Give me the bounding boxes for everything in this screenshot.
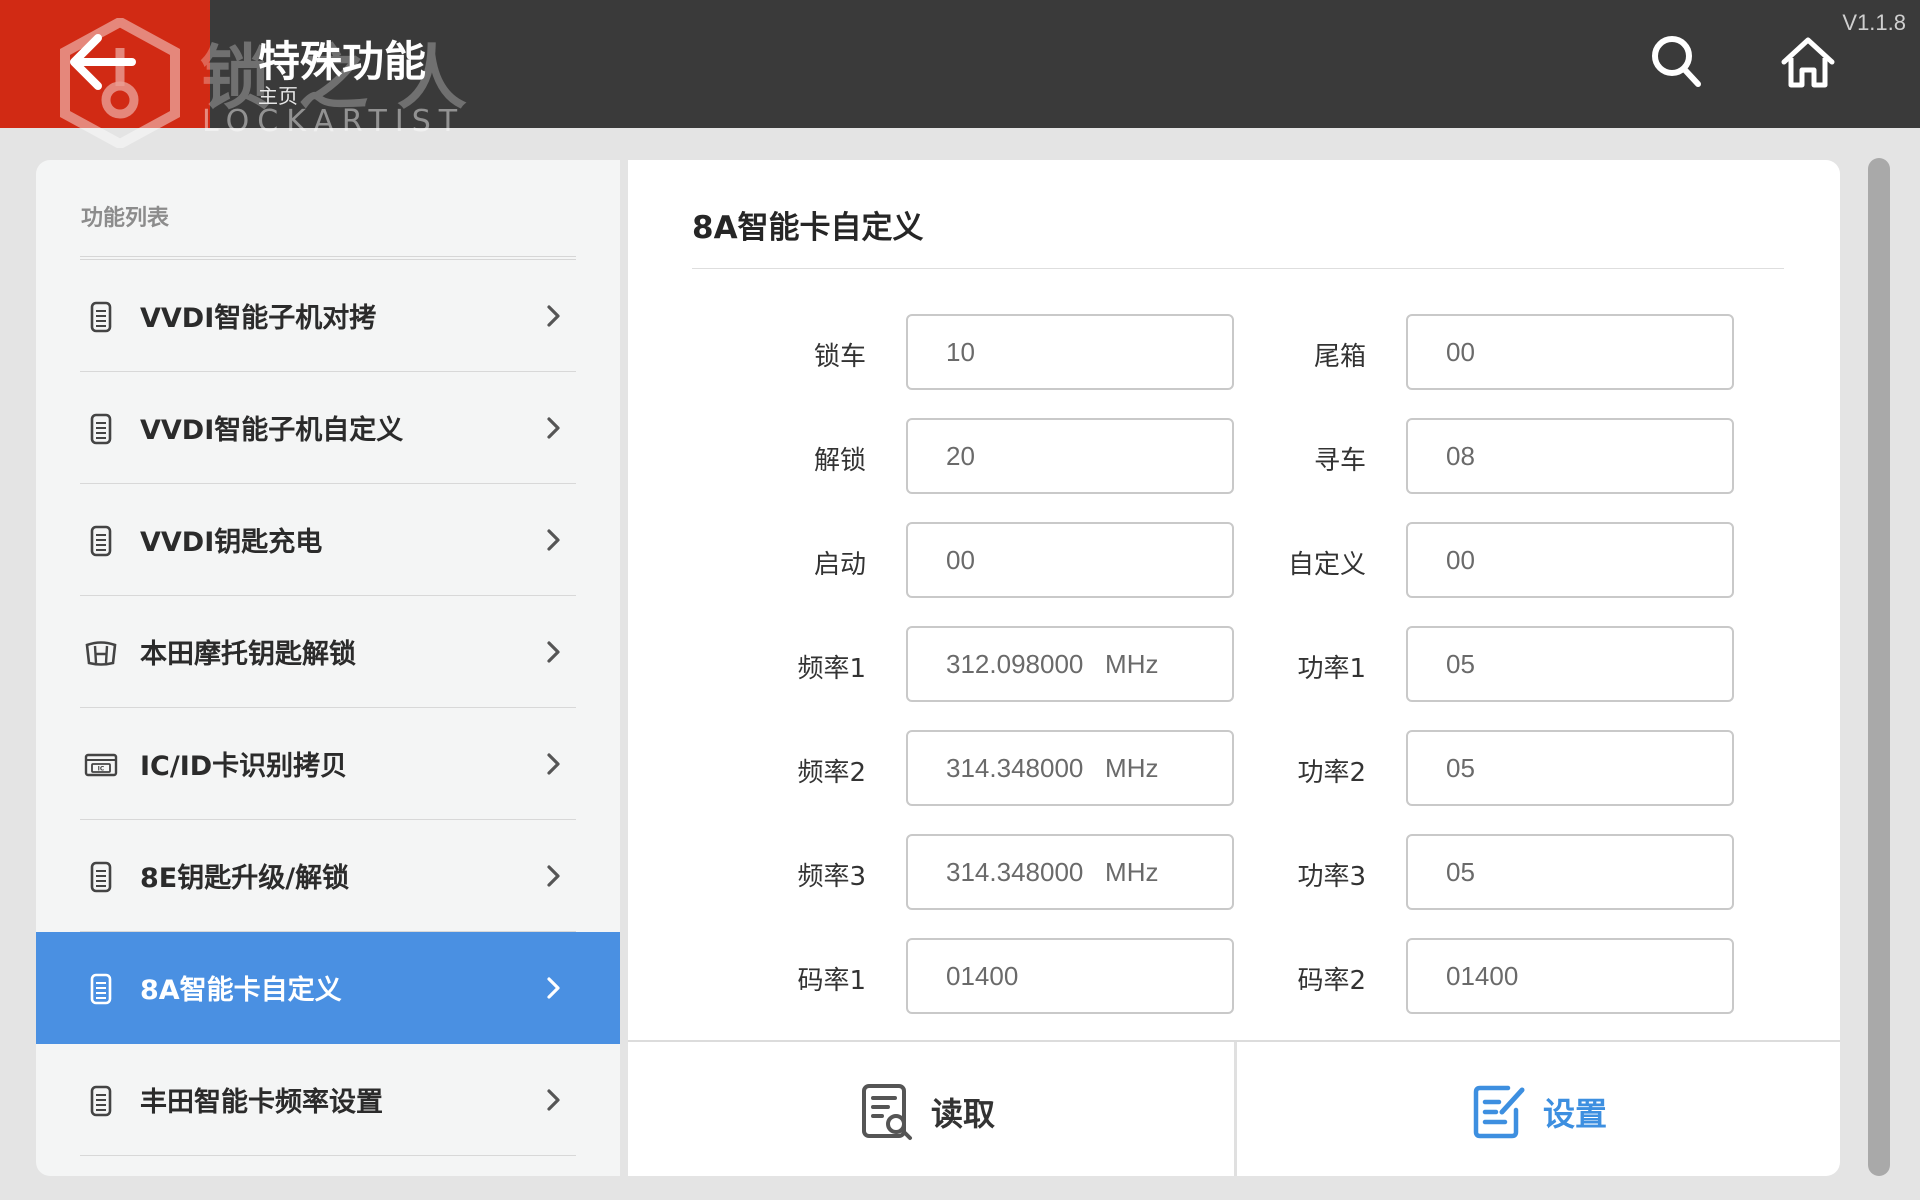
set-button[interactable]: 设置: [1236, 1042, 1840, 1176]
watermark-brand: LOCKARTIST: [202, 104, 466, 139]
lockartist-logo-icon: [60, 18, 180, 148]
edit-document-icon: [1473, 1085, 1525, 1139]
chevron-right-icon: [544, 528, 564, 556]
field-label: 锁车: [813, 342, 866, 372]
chevron-right-icon: [544, 304, 564, 332]
function-sidebar: 功能列表 VVDI智能子机对拷 VVDI智能子机自定义 VVDI钥匙充电本田摩托钥匙…: [36, 160, 620, 1176]
field-input[interactable]: 05: [1406, 834, 1734, 910]
sidebar-item[interactable]: 8A智能卡自定义: [36, 932, 620, 1044]
panel-title-divider: [692, 268, 1784, 269]
sidebar-item[interactable]: 本田摩托钥匙解锁: [36, 596, 620, 708]
sidebar-item[interactable]: 丰田智能卡频率设置: [36, 1044, 620, 1156]
read-button[interactable]: 读取: [628, 1042, 1232, 1176]
sidebar-item[interactable]: VVDI智能子机对拷: [36, 260, 620, 372]
home-icon[interactable]: [1780, 34, 1836, 90]
chevron-right-icon: [544, 640, 564, 668]
field-input[interactable]: 00: [1406, 314, 1734, 390]
chevron-right-icon: [544, 1088, 564, 1116]
field-input[interactable]: 01400: [1406, 938, 1734, 1014]
sidebar-item-label: 8E钥匙升级/解锁: [140, 863, 350, 894]
sidebar-item-label: VVDI智能子机对拷: [140, 303, 377, 334]
svg-text:IC: IC: [98, 766, 105, 773]
field-label: 解锁: [813, 446, 866, 476]
document-search-icon: [862, 1084, 912, 1140]
search-icon[interactable]: [1650, 34, 1702, 90]
field-label: 启动: [813, 550, 866, 580]
panel-title: 8A智能卡自定义: [692, 210, 924, 246]
field-label: 码率1: [797, 966, 866, 996]
sidebar-item-label: IC/ID卡识别拷贝: [140, 751, 348, 782]
key-fob-icon: [84, 524, 118, 558]
function-list: VVDI智能子机对拷 VVDI智能子机自定义 VVDI钥匙充电 本田摩托钥匙解锁 IC I…: [36, 260, 620, 1156]
top-bar: 锁 之 人 LOCKARTIST 特殊功能 主页 V1.1.8: [0, 0, 1920, 148]
field-label: 频率3: [797, 862, 866, 892]
field-input[interactable]: 08: [1406, 418, 1734, 494]
field-label: 功率1: [1297, 654, 1366, 684]
sidebar-item[interactable]: IC IC/ID卡识别拷贝: [36, 708, 620, 820]
field-label: 自定义: [1287, 550, 1366, 580]
sidebar-item-label: VVDI智能子机自定义: [140, 415, 404, 446]
field-label: 功率3: [1297, 862, 1366, 892]
field-label: 频率2: [797, 758, 866, 788]
chevron-right-icon: [544, 752, 564, 780]
sidebar-item-label: 丰田智能卡频率设置: [140, 1087, 383, 1118]
set-button-label: 设置: [1543, 1095, 1608, 1133]
key-fob-icon: [84, 972, 118, 1006]
breadcrumb[interactable]: 主页: [258, 80, 298, 109]
field-label: 频率1: [797, 654, 866, 684]
ic-card-icon: IC: [84, 748, 118, 782]
read-button-label: 读取: [931, 1095, 996, 1133]
field-input[interactable]: 05: [1406, 626, 1734, 702]
sidebar-item-label: VVDI钥匙充电: [140, 527, 323, 558]
key-fob-icon: [84, 412, 118, 446]
version-label: V1.1.8: [1842, 10, 1906, 35]
key-fob-icon: [84, 1084, 118, 1118]
key-fob-icon: [84, 300, 118, 334]
field-label: 码率2: [1297, 966, 1366, 996]
sidebar-item-label: 本田摩托钥匙解锁: [140, 639, 356, 670]
sidebar-item[interactable]: VVDI钥匙充电: [36, 484, 620, 596]
field-input[interactable]: 00: [1406, 522, 1734, 598]
field-input[interactable]: 05: [1406, 730, 1734, 806]
honda-logo-icon: [84, 636, 118, 670]
chevron-right-icon: [544, 864, 564, 892]
scrollbar[interactable]: [1868, 158, 1890, 1176]
sidebar-item[interactable]: VVDI智能子机自定义: [36, 372, 620, 484]
field-label: 功率2: [1297, 758, 1366, 788]
field-label: 尾箱: [1313, 342, 1366, 372]
sidebar-item-label: 8A智能卡自定义: [140, 975, 342, 1006]
key-fob-icon: [84, 860, 118, 894]
main-panel: 8A智能卡自定义 锁车 10 尾箱 00 解锁 20 寻车 08 启动 00 自定义 00 频率1 312…: [628, 160, 1840, 1176]
chevron-right-icon: [544, 416, 564, 444]
sidebar-item[interactable]: 8E钥匙升级/解锁: [36, 820, 620, 932]
chevron-right-icon: [544, 976, 564, 1004]
sidebar-header: 功能列表: [81, 206, 170, 231]
field-label: 寻车: [1313, 446, 1366, 476]
